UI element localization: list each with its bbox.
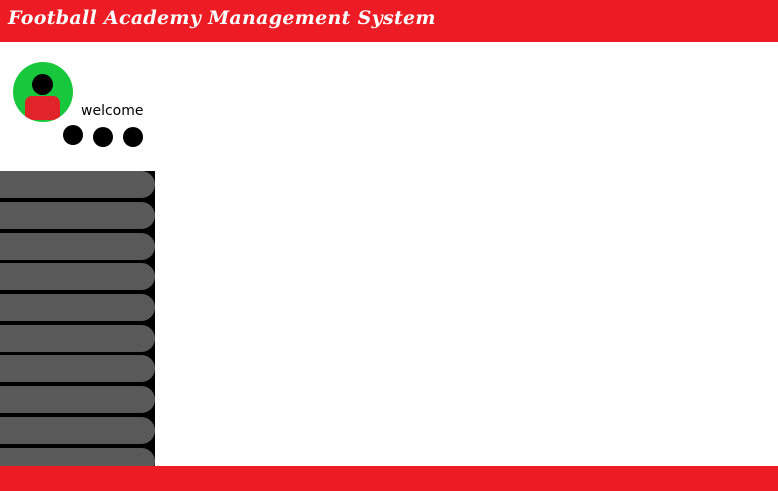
sidebar-menu [0,171,155,466]
sidebar-item-2[interactable] [0,202,155,229]
sidebar-item-4[interactable] [0,263,155,290]
avatar-head [32,74,53,95]
dot-button-1[interactable] [63,125,83,145]
footer-bar [0,466,778,491]
dot-button-3[interactable] [123,127,143,147]
user-avatar-icon [13,62,73,122]
dot-button-2[interactable] [93,127,113,147]
avatar-body [25,96,60,120]
sidebar-item-1[interactable] [0,171,155,198]
sidebar-item-3[interactable] [0,233,155,260]
sidebar-item-9[interactable] [0,417,155,444]
sidebar-item-10[interactable] [0,448,155,466]
sidebar-item-8[interactable] [0,386,155,413]
welcome-label: welcome [81,103,144,119]
app-title: Football Academy Management System [8,7,436,29]
sidebar-item-7[interactable] [0,355,155,382]
sidebar-item-5[interactable] [0,294,155,321]
sidebar-item-6[interactable] [0,325,155,352]
title-bar: Football Academy Management System [0,0,778,42]
